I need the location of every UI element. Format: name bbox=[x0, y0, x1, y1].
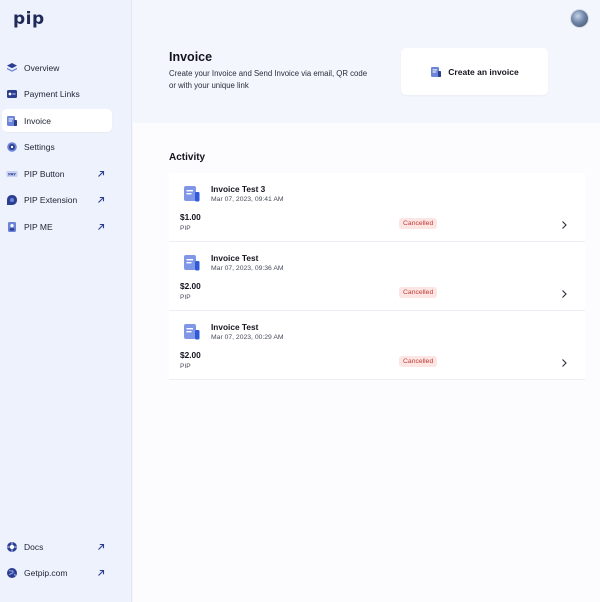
sidebar-bottom-nav: Docs Getpip.com bbox=[2, 535, 112, 588]
globe-icon bbox=[6, 567, 18, 579]
sidebar-nav: Overview Payment Links Invoice Settings … bbox=[2, 56, 112, 242]
list-item[interactable]: Invoice Test Mar 07, 2023, 00:29 AM $2.0… bbox=[169, 311, 585, 380]
invoice-doc-icon bbox=[183, 185, 201, 203]
page-description: Create your Invoice and Send Invoice via… bbox=[169, 69, 368, 90]
sidebar-item-payment-links[interactable]: Payment Links bbox=[2, 83, 112, 106]
invoice-doc-icon bbox=[183, 254, 201, 272]
invoice-date: Mar 07, 2023, 09:36 AM bbox=[211, 265, 284, 272]
sidebar-item-invoice[interactable]: Invoice bbox=[2, 109, 112, 133]
invoice-chain: PIP bbox=[180, 363, 191, 370]
invoice-date: Mar 07, 2023, 09:41 AM bbox=[211, 196, 284, 203]
external-link-icon bbox=[96, 222, 106, 232]
page-header: Invoice Create your Invoice and Send Inv… bbox=[133, 0, 600, 123]
sidebar-item-label: Invoice bbox=[24, 115, 51, 126]
external-link-icon bbox=[96, 568, 106, 578]
lifebuoy-icon bbox=[6, 541, 18, 553]
invoice-name: Invoice Test 3 bbox=[211, 184, 266, 194]
invoice-chain: PIP bbox=[180, 225, 191, 232]
sidebar-item-label: Payment Links bbox=[24, 89, 80, 100]
avatar[interactable] bbox=[570, 9, 589, 28]
invoice-amount: $1.00 bbox=[180, 212, 201, 222]
sidebar-item-overview[interactable]: Overview bbox=[2, 56, 112, 79]
activity-title: Activity bbox=[169, 152, 206, 163]
chevron-right-icon bbox=[560, 355, 568, 367]
sidebar-item-label: Overview bbox=[24, 62, 60, 73]
sidebar-item-label: Settings bbox=[24, 142, 55, 153]
create-invoice-button[interactable]: Create an invoice bbox=[401, 48, 548, 95]
sidebar-item-label: Docs bbox=[24, 541, 44, 552]
activity-list: Invoice Test 3 Mar 07, 2023, 09:41 AM $1… bbox=[169, 173, 585, 380]
list-item[interactable]: Invoice Test 3 Mar 07, 2023, 09:41 AM $1… bbox=[169, 173, 585, 242]
invoice-date: Mar 07, 2023, 00:29 AM bbox=[211, 334, 284, 341]
external-link-icon bbox=[96, 542, 106, 552]
external-link-icon bbox=[96, 195, 106, 205]
status-badge: Cancelled bbox=[399, 218, 438, 229]
sidebar: pip Overview Payment Links Invoice Setti… bbox=[0, 0, 132, 602]
invoice-icon bbox=[430, 66, 442, 78]
extension-icon bbox=[6, 194, 18, 206]
pip-logo[interactable]: pip bbox=[13, 9, 45, 29]
sidebar-item-label: Getpip.com bbox=[24, 568, 68, 579]
invoice-amount: $2.00 bbox=[180, 281, 201, 291]
sidebar-item-pip-me[interactable]: PIP ME bbox=[2, 216, 112, 239]
invoice-doc-icon bbox=[183, 323, 201, 341]
status-badge: Cancelled bbox=[399, 287, 438, 298]
chevron-right-icon bbox=[560, 217, 568, 229]
invoice-icon bbox=[6, 115, 18, 127]
pay-button-icon: PAY bbox=[6, 168, 18, 180]
sidebar-item-pip-extension[interactable]: PIP Extension bbox=[2, 189, 112, 212]
pay-badge-text: PAY bbox=[8, 171, 16, 176]
sidebar-item-pip-button[interactable]: PAY PIP Button bbox=[2, 162, 112, 185]
profile-card-icon bbox=[6, 221, 18, 233]
gear-icon bbox=[6, 141, 18, 153]
status-badge: Cancelled bbox=[399, 356, 438, 367]
sidebar-item-label: PIP Button bbox=[24, 168, 65, 179]
sidebar-item-getpip[interactable]: Getpip.com bbox=[2, 562, 112, 585]
link-icon bbox=[6, 88, 18, 100]
invoice-name: Invoice Test bbox=[211, 322, 259, 332]
sidebar-item-settings[interactable]: Settings bbox=[2, 136, 112, 159]
invoice-name: Invoice Test bbox=[211, 253, 259, 263]
page-title: Invoice bbox=[169, 50, 213, 64]
chevron-right-icon bbox=[560, 286, 568, 298]
create-invoice-label: Create an invoice bbox=[448, 66, 519, 77]
external-link-icon bbox=[96, 169, 106, 179]
invoice-chain: PIP bbox=[180, 294, 191, 301]
list-item[interactable]: Invoice Test Mar 07, 2023, 09:36 AM $2.0… bbox=[169, 242, 585, 311]
invoice-amount: $2.00 bbox=[180, 350, 201, 360]
layers-icon bbox=[6, 62, 18, 74]
sidebar-item-label: PIP Extension bbox=[24, 195, 78, 206]
sidebar-item-label: PIP ME bbox=[24, 222, 53, 233]
sidebar-item-docs[interactable]: Docs bbox=[2, 535, 112, 558]
activity-section: Activity Invoice Test 3 Mar 07, 2023, 09… bbox=[133, 123, 600, 602]
